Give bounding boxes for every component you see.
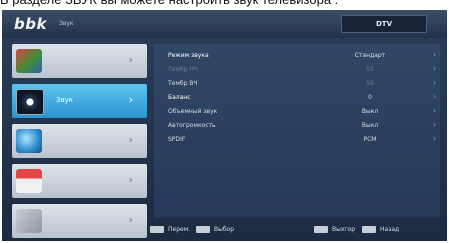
- nav-keys-icon: [150, 226, 164, 233]
- hint-back: Назад: [380, 226, 400, 233]
- hint-exit: Выхгор: [332, 226, 356, 233]
- setting-label: SPDIF: [168, 136, 186, 143]
- setting-label: Автогромкость: [168, 122, 216, 129]
- speaker-icon: [16, 89, 44, 115]
- tv-icon: [16, 169, 42, 193]
- chevron-right-icon: ›: [433, 78, 437, 87]
- sidebar-item-channels[interactable]: ›: [12, 124, 147, 158]
- page-caption: В разделе ЗВУК вы можете настроить звук …: [0, 0, 449, 8]
- globe-icon: [16, 129, 42, 153]
- setting-value: Выкл: [361, 108, 379, 115]
- footer-hints: Перем. Выбор Выхгор Назад: [142, 222, 442, 238]
- setting-row-spdif[interactable]: SPDIF PCM ›: [154, 132, 440, 146]
- setting-row-treble[interactable]: Тембр ВЧ 50 ›: [154, 76, 440, 90]
- settings-icon: [16, 209, 42, 233]
- back-key-icon: [362, 226, 376, 233]
- hint-select: Выбор: [214, 226, 235, 233]
- chevron-right-icon: ›: [433, 120, 437, 129]
- chevron-right-icon: ›: [128, 93, 133, 106]
- sidebar-item-settings[interactable]: ›: [12, 204, 147, 238]
- input-source-indicator: DTV: [341, 15, 427, 33]
- setting-row-bass[interactable]: Тембр НЧ 50 ›: [154, 62, 440, 76]
- setting-value: Стандарт: [354, 52, 386, 59]
- section-title: Звук: [59, 20, 74, 27]
- hint-move: Перем.: [168, 226, 191, 233]
- setting-value: 0: [368, 94, 372, 101]
- menu-header: bbk Звук DTV: [2, 10, 447, 38]
- chevron-right-icon: ›: [433, 134, 437, 143]
- sidebar-item-tv[interactable]: ›: [12, 164, 147, 198]
- setting-row-auto-volume[interactable]: Автогромкость Выкл ›: [154, 118, 440, 132]
- chevron-right-icon: ›: [128, 173, 133, 186]
- setting-label: Тембр ВЧ: [168, 80, 198, 87]
- sidebar-item-sound[interactable]: Звук ›: [12, 84, 147, 118]
- chevron-right-icon: ›: [433, 64, 437, 73]
- tv-menu-screen: bbk Звук DTV › Звук › › › › Режим звука …: [2, 10, 447, 241]
- setting-label: Баланс: [168, 94, 191, 101]
- chevron-right-icon: ›: [128, 53, 133, 66]
- chevron-right-icon: ›: [433, 50, 437, 59]
- brand-logo: bbk: [14, 15, 47, 33]
- setting-label: Режим звука: [168, 52, 209, 59]
- sidebar-item-label: Звук: [56, 96, 73, 104]
- menu-sidebar: › Звук › › › ›: [12, 44, 147, 241]
- setting-label: Тембр НЧ: [168, 66, 198, 73]
- setting-row-balance[interactable]: Баланс 0 ›: [154, 90, 440, 104]
- setting-label: Объемный звук: [168, 108, 218, 115]
- sidebar-item-picture[interactable]: ›: [12, 44, 147, 78]
- picture-icon: [16, 49, 42, 73]
- chevron-right-icon: ›: [128, 213, 133, 226]
- setting-value: 50: [366, 66, 374, 73]
- exit-key-icon: [314, 226, 328, 233]
- setting-value: 50: [366, 80, 374, 87]
- sound-settings-panel: Режим звука Стандарт › Тембр НЧ 50 › Тем…: [154, 44, 440, 218]
- setting-value: Выкл: [361, 122, 379, 129]
- chevron-right-icon: ›: [433, 106, 437, 115]
- ok-key-icon: [196, 226, 210, 233]
- chevron-right-icon: ›: [128, 133, 133, 146]
- setting-row-surround[interactable]: Объемный звук Выкл ›: [154, 104, 440, 118]
- chevron-right-icon: ›: [433, 92, 437, 101]
- setting-value: PCM: [363, 136, 377, 143]
- setting-row-sound-mode[interactable]: Режим звука Стандарт ›: [154, 48, 440, 62]
